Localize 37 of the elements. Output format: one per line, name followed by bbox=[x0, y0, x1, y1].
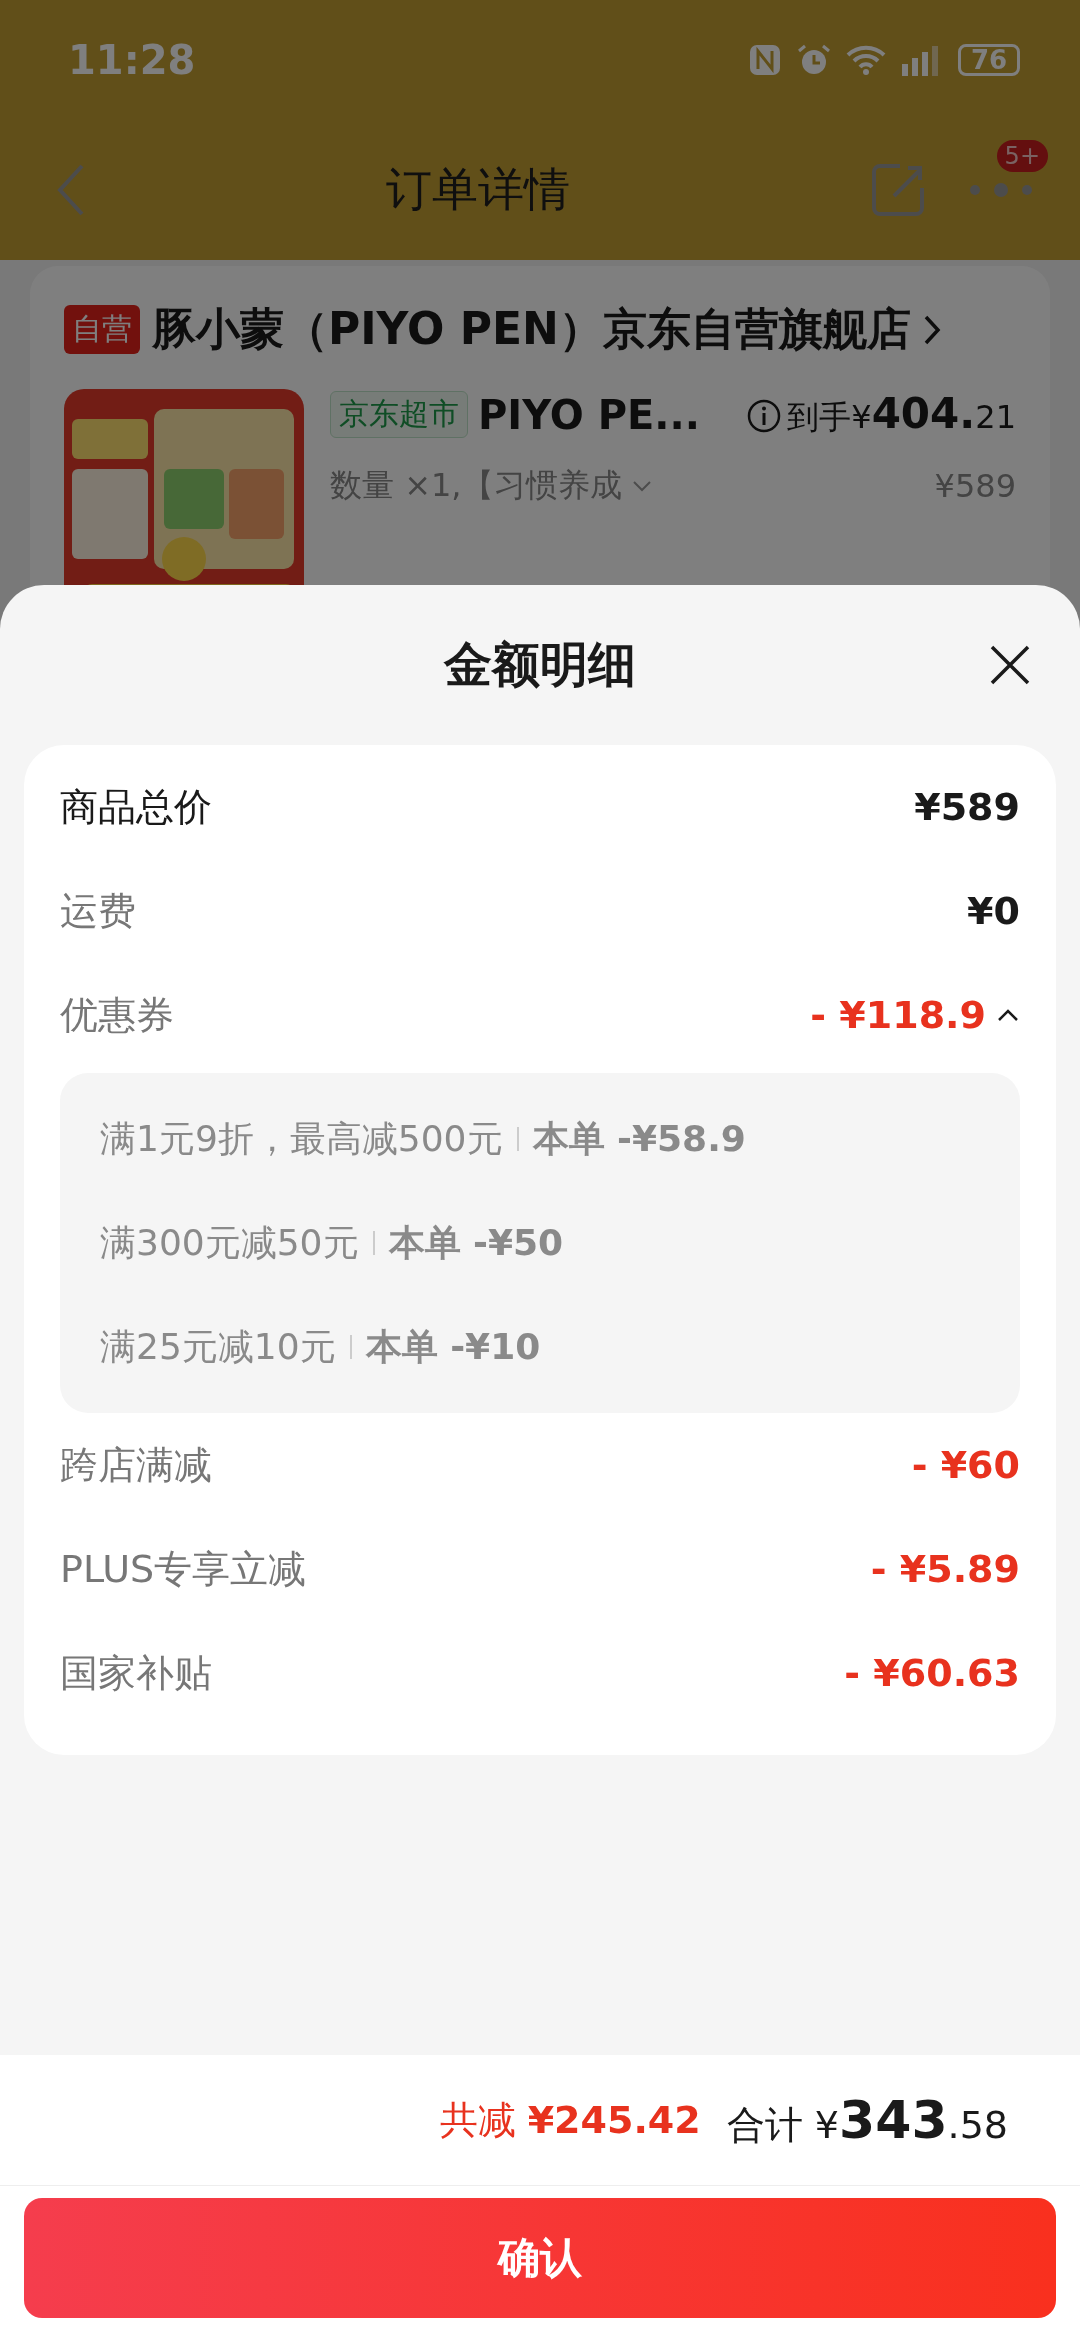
final-price: 到手¥404.21 bbox=[747, 389, 1016, 440]
coupon-rule: 满300元减50元 bbox=[100, 1220, 359, 1265]
product-spec[interactable]: 数量 ×1,【习惯养成 bbox=[330, 464, 622, 508]
amount-value: - ¥60 bbox=[911, 1443, 1020, 1487]
amount-value: - ¥60.63 bbox=[844, 1651, 1020, 1695]
shop-name[interactable]: 豚小蒙（PIYO PEN）京东自营旗舰店 bbox=[152, 300, 911, 359]
status-time: 11:28 bbox=[68, 37, 196, 83]
total-amount: 合计 ¥343.58 bbox=[726, 2089, 1008, 2151]
amount-value: ¥589 bbox=[914, 785, 1020, 829]
battery-level: 76 bbox=[958, 44, 1020, 76]
info-icon[interactable] bbox=[747, 399, 782, 433]
nfc-icon bbox=[748, 43, 782, 77]
confirm-button[interactable]: 确认 bbox=[24, 2198, 1056, 2318]
coupon-rule: 满1元9折，最高减500元 bbox=[100, 1116, 503, 1161]
supermarket-tag: 京东超市 bbox=[330, 391, 468, 438]
coupon-amount: 本单 -¥50 bbox=[388, 1220, 564, 1265]
coupon-amount: 本单 -¥58.9 bbox=[532, 1116, 746, 1161]
product-name: PIYO PE... bbox=[478, 391, 700, 438]
coupon-amount: 本单 -¥10 bbox=[365, 1324, 541, 1369]
message-count-badge: 5+ bbox=[996, 140, 1048, 172]
original-price: ¥589 bbox=[934, 467, 1016, 505]
amount-label: PLUS专享立减 bbox=[60, 1545, 307, 1593]
amount-value: - ¥5.89 bbox=[870, 1547, 1020, 1591]
amount-label: 运费 bbox=[60, 887, 136, 935]
wifi-icon bbox=[846, 44, 886, 76]
amount-label: 优惠券 bbox=[60, 991, 174, 1039]
amount-value: ¥0 bbox=[967, 889, 1020, 933]
chevron-right-icon[interactable] bbox=[922, 313, 941, 346]
amount-label: 商品总价 bbox=[60, 783, 212, 831]
self-operated-tag: 自营 bbox=[64, 305, 140, 354]
sheet-title: 金额明细 bbox=[444, 635, 636, 694]
amount-label: 国家补贴 bbox=[60, 1649, 212, 1697]
total-discount: 共减 ¥245.42 bbox=[439, 2096, 701, 2144]
coupon-rule: 满25元减10元 bbox=[100, 1324, 336, 1369]
amount-value: - ¥118.9 bbox=[810, 993, 986, 1037]
page-title: 订单详情 bbox=[385, 161, 571, 218]
amount-label: 跨店满减 bbox=[60, 1441, 212, 1489]
